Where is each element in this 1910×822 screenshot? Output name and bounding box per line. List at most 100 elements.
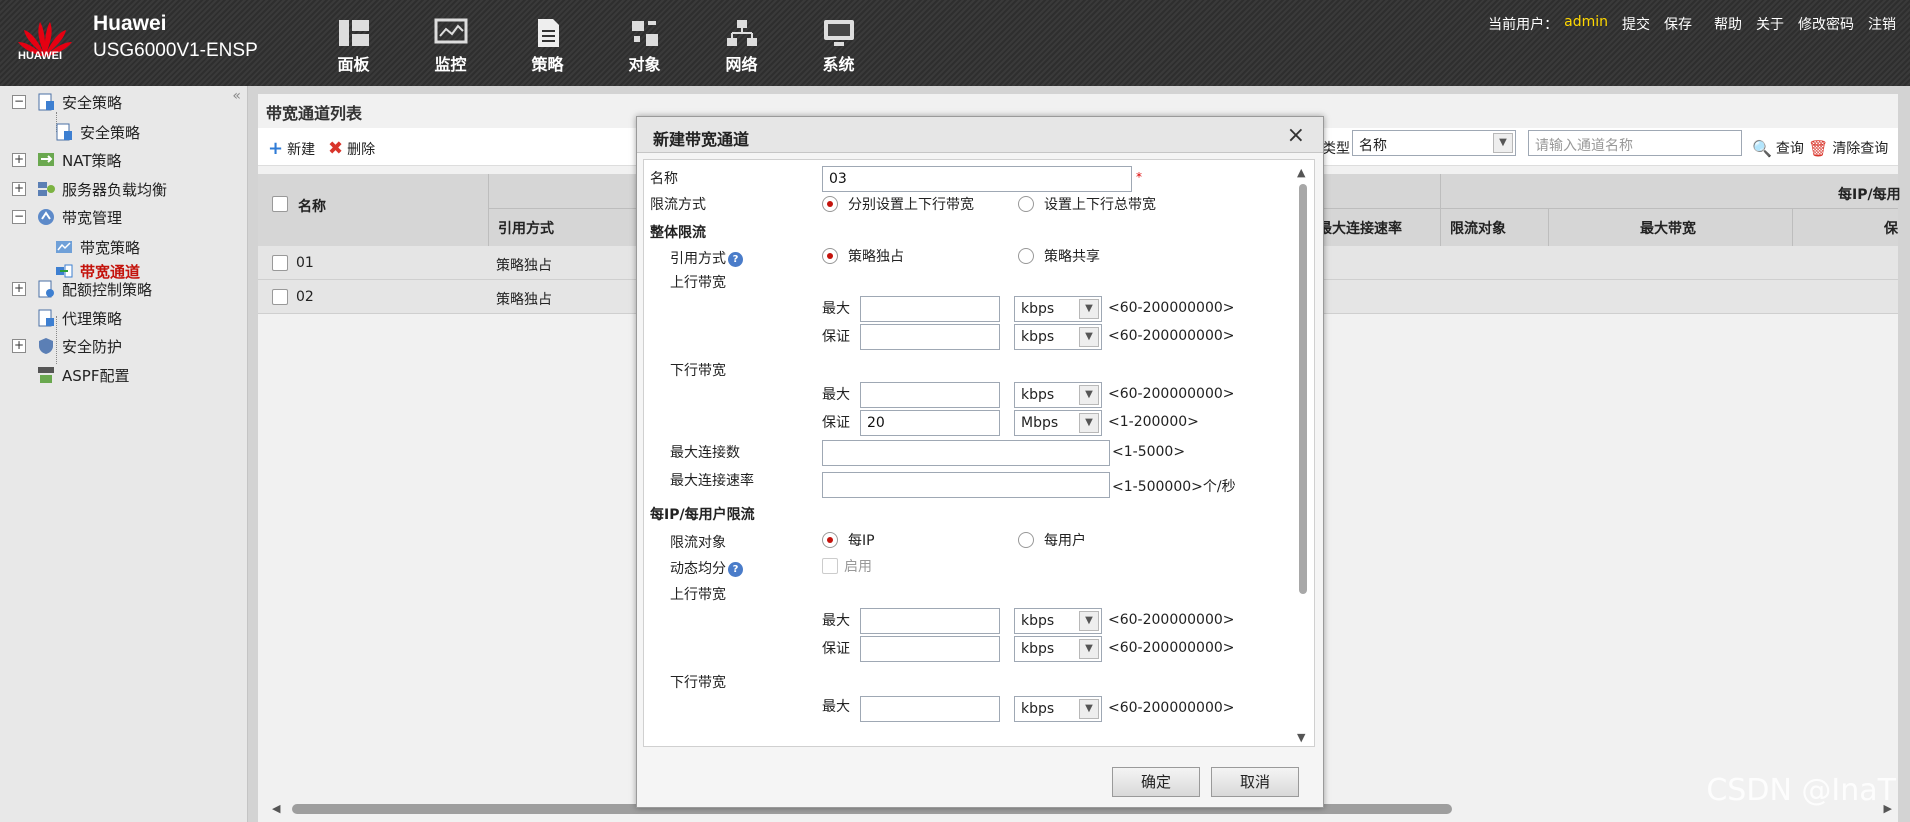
name-input[interactable]: 03 bbox=[822, 166, 1132, 192]
scroll-up-icon[interactable]: ▲ bbox=[1297, 166, 1305, 179]
overall-down-guarantee-input[interactable]: 20 bbox=[860, 410, 1000, 436]
nav-monitor[interactable]: 监控 bbox=[402, 18, 499, 75]
radio-empty-icon bbox=[1018, 248, 1034, 264]
sidebar-item-label: 安全策略 bbox=[62, 93, 123, 112]
column-truncated: 保 bbox=[1884, 221, 1898, 237]
scrollbar-thumb[interactable] bbox=[1299, 184, 1307, 594]
logout-link[interactable]: 注销 bbox=[1868, 14, 1896, 34]
collapse-sidebar-icon[interactable]: « bbox=[232, 88, 241, 104]
max-label: 最大 bbox=[822, 301, 850, 317]
overall-down-guarantee-unit-select[interactable]: Mbps ▼ bbox=[1014, 410, 1102, 436]
channel-name-link[interactable]: 01 bbox=[296, 255, 314, 271]
dashboard-icon bbox=[338, 20, 369, 46]
dialog-vertical-scrollbar[interactable]: ▲ ▼ bbox=[1294, 166, 1312, 744]
per-down-max-unit-select[interactable]: kbps ▼ bbox=[1014, 696, 1102, 722]
security-policy-icon bbox=[56, 123, 72, 141]
select-all-checkbox[interactable] bbox=[272, 196, 288, 212]
chevron-down-icon: ▼ bbox=[1079, 639, 1099, 659]
radio-policy-shared[interactable]: 策略共享 bbox=[1018, 246, 1100, 266]
radio-label: 策略共享 bbox=[1044, 249, 1100, 265]
radio-separate-up-down[interactable]: 分别设置上下行带宽 bbox=[822, 194, 974, 214]
radio-policy-exclusive[interactable]: 策略独占 bbox=[822, 246, 904, 266]
overall-up-max-unit-select[interactable]: kbps ▼ bbox=[1014, 296, 1102, 322]
nav-object[interactable]: 对象 bbox=[596, 18, 693, 75]
sidebar-item-bandwidth-policy[interactable]: 带宽策略 bbox=[54, 235, 140, 259]
row-checkbox[interactable] bbox=[272, 289, 288, 305]
checkbox-disabled-icon bbox=[822, 558, 838, 574]
help-icon[interactable]: ? bbox=[728, 561, 743, 577]
overall-down-max-input[interactable] bbox=[860, 382, 1000, 408]
bandwidth-policy-icon bbox=[56, 241, 72, 253]
per-up-max-unit-select[interactable]: kbps ▼ bbox=[1014, 608, 1102, 634]
change-password-link[interactable]: 修改密码 bbox=[1798, 14, 1854, 34]
sidebar-item-security-policy[interactable]: 安全策略 bbox=[54, 120, 140, 144]
scroll-down-icon[interactable]: ▼ bbox=[1297, 731, 1305, 744]
column-divider bbox=[1440, 174, 1441, 246]
clear-query-button[interactable]: 🗑 清除查询 bbox=[1808, 138, 1888, 158]
overall-up-guarantee-input[interactable] bbox=[860, 324, 1000, 350]
new-bandwidth-channel-dialog: 新建带宽通道 × 名称 03 * 限流方式 分别设置上下行带宽 设置上下行总带宽… bbox=[636, 116, 1324, 808]
sidebar-item-quota-control-policy[interactable]: + 配额控制策略 bbox=[12, 277, 152, 301]
sidebar-item-server-load-balancing[interactable]: + 服务器负载均衡 bbox=[12, 177, 167, 201]
overall-up-guarantee-unit-select[interactable]: kbps ▼ bbox=[1014, 324, 1102, 350]
query-button[interactable]: 🔍 查询 bbox=[1752, 138, 1804, 158]
sidebar-item-label: 带宽管理 bbox=[62, 208, 123, 227]
new-button[interactable]: + 新建 bbox=[268, 138, 315, 159]
dialog-title: 新建带宽通道 bbox=[653, 130, 750, 149]
per-up-max-input[interactable] bbox=[860, 608, 1000, 634]
overall-down-max-unit-select[interactable]: kbps ▼ bbox=[1014, 382, 1102, 408]
dynamic-split-checkbox[interactable]: 启用 bbox=[822, 556, 872, 576]
max-connections-input[interactable] bbox=[822, 440, 1110, 466]
column-divider bbox=[1548, 208, 1549, 246]
row-checkbox[interactable] bbox=[272, 255, 288, 271]
per-up-guarantee-input[interactable] bbox=[860, 636, 1000, 662]
expand-toggle-icon[interactable]: + bbox=[12, 339, 26, 353]
per-down-max-input[interactable] bbox=[860, 696, 1000, 722]
nav-system[interactable]: 系统 bbox=[790, 18, 887, 75]
sidebar-item-proxy-policy[interactable]: 代理策略 bbox=[36, 306, 122, 330]
channel-search-input[interactable]: 请输入通道名称 bbox=[1528, 130, 1742, 156]
overall-up-max-input[interactable] bbox=[860, 296, 1000, 322]
radio-per-user[interactable]: 每用户 bbox=[1018, 530, 1086, 550]
new-button-label: 新建 bbox=[287, 141, 316, 158]
network-icon bbox=[726, 20, 757, 46]
delete-button[interactable]: ✖ 删除 bbox=[328, 138, 375, 159]
sidebar-item-security-protection[interactable]: + 安全防护 bbox=[12, 334, 122, 358]
sidebar-item-bandwidth-management[interactable]: − 带宽管理 bbox=[12, 205, 122, 229]
save-link[interactable]: 保存 bbox=[1664, 14, 1692, 34]
search-icon: 🔍 bbox=[1752, 138, 1772, 158]
filter-type-select[interactable]: 名称 ▼ bbox=[1352, 130, 1516, 156]
range-hint: <1-500000>个/秒 bbox=[1112, 479, 1236, 495]
channel-name-link[interactable]: 02 bbox=[296, 289, 314, 305]
per-up-guarantee-unit-select[interactable]: kbps ▼ bbox=[1014, 636, 1102, 662]
about-link[interactable]: 关于 bbox=[1756, 14, 1784, 34]
radio-label: 每IP bbox=[848, 533, 875, 549]
submit-link[interactable]: 提交 bbox=[1622, 14, 1650, 34]
column-divider bbox=[488, 174, 489, 246]
collapse-toggle-icon[interactable]: − bbox=[12, 210, 26, 224]
expand-toggle-icon[interactable]: + bbox=[12, 182, 26, 196]
expand-toggle-icon[interactable]: + bbox=[12, 153, 26, 167]
sidebar-item-security-policy-group[interactable]: − 安全策略 bbox=[12, 90, 122, 114]
sidebar-item-aspf-config[interactable]: ASPF配置 bbox=[36, 363, 129, 387]
help-icon[interactable]: ? bbox=[728, 251, 743, 267]
query-button-label: 查询 bbox=[1775, 141, 1804, 157]
range-hint: <1-200000> bbox=[1108, 414, 1199, 430]
current-user-label: 当前用户： bbox=[1488, 17, 1559, 33]
close-icon[interactable]: × bbox=[1287, 123, 1305, 148]
watermark: CSDN @InaT bbox=[1706, 773, 1896, 808]
sidebar-item-label: 带宽策略 bbox=[80, 238, 141, 257]
collapse-toggle-icon[interactable]: − bbox=[12, 95, 26, 109]
radio-total-bandwidth[interactable]: 设置上下行总带宽 bbox=[1018, 194, 1156, 214]
nav-network[interactable]: 网络 bbox=[693, 18, 790, 75]
nav-policy[interactable]: 策略 bbox=[499, 18, 596, 75]
nav-dashboard[interactable]: 面板 bbox=[305, 18, 402, 75]
scroll-left-icon[interactable]: ◀ bbox=[272, 802, 280, 815]
radio-per-ip[interactable]: 每IP bbox=[822, 530, 875, 550]
max-connection-rate-input[interactable] bbox=[822, 472, 1110, 498]
cancel-button[interactable]: 取消 bbox=[1211, 767, 1299, 797]
expand-toggle-icon[interactable]: + bbox=[12, 282, 26, 296]
help-link[interactable]: 帮助 bbox=[1714, 14, 1742, 34]
ok-button[interactable]: 确定 bbox=[1112, 767, 1200, 797]
sidebar-item-nat-policy[interactable]: + NAT策略 bbox=[12, 148, 121, 172]
